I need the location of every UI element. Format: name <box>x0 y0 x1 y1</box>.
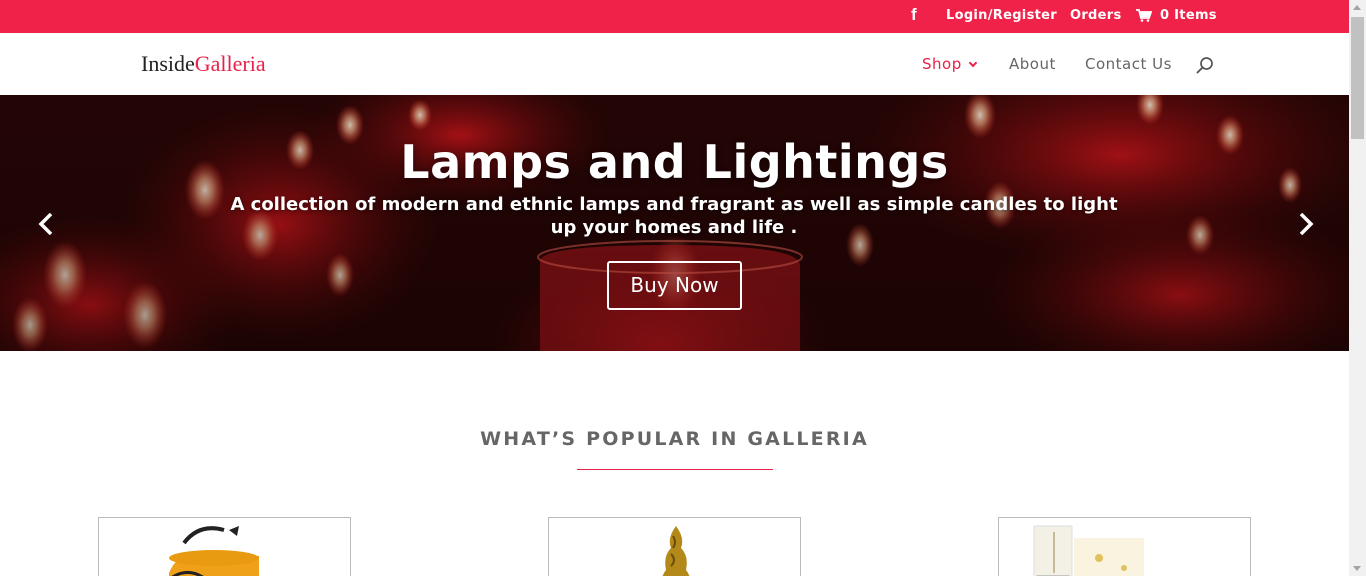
logo-galleria: Galleria <box>194 51 266 76</box>
hero-title: Lamps and Lightings <box>400 135 949 189</box>
scrollbar-thumb[interactable] <box>1351 17 1364 139</box>
product-card[interactable] <box>98 517 351 576</box>
hero-slider: Lamps and Lightings A collection of mode… <box>0 95 1349 351</box>
product-card[interactable] <box>998 517 1251 576</box>
nav-shop[interactable]: Shop <box>922 55 977 73</box>
cart-items-link[interactable]: 0 Items <box>1160 8 1217 23</box>
product-image-incense <box>1033 525 1144 576</box>
cart-icon[interactable] <box>1136 9 1152 22</box>
page: f Login/Register Orders 0 Items InsideGa… <box>0 0 1366 576</box>
chevron-left-icon[interactable] <box>36 211 58 237</box>
main-header: InsideGalleria Shop About Contact Us <box>0 33 1349 95</box>
nav-about[interactable]: About <box>1009 55 1056 73</box>
nav-contact[interactable]: Contact Us <box>1085 55 1172 73</box>
chevron-right-icon[interactable] <box>1294 211 1316 237</box>
login-register-link[interactable]: Login/Register <box>946 8 1057 23</box>
site-logo[interactable]: InsideGalleria <box>141 51 266 77</box>
scroll-up-icon[interactable] <box>1353 5 1361 10</box>
product-card[interactable] <box>548 517 801 576</box>
hero-subtitle: A collection of modern and ethnic lamps … <box>230 194 1118 238</box>
popular-section-title: WHAT’S POPULAR IN GALLERIA <box>480 428 869 450</box>
section-divider <box>577 469 773 470</box>
nav-shop-label: Shop <box>922 55 962 73</box>
logo-inside: Inside <box>141 51 195 76</box>
search-icon[interactable] <box>1196 56 1214 74</box>
product-image-candle <box>169 526 259 576</box>
orders-link[interactable]: Orders <box>1070 8 1122 23</box>
chevron-down-icon <box>968 58 977 68</box>
facebook-icon[interactable]: f <box>911 6 925 24</box>
scroll-down-icon[interactable] <box>1353 566 1361 571</box>
product-image-lamp <box>662 526 690 576</box>
top-bar: f Login/Register Orders 0 Items <box>0 0 1349 33</box>
buy-now-button[interactable]: Buy Now <box>607 261 742 310</box>
